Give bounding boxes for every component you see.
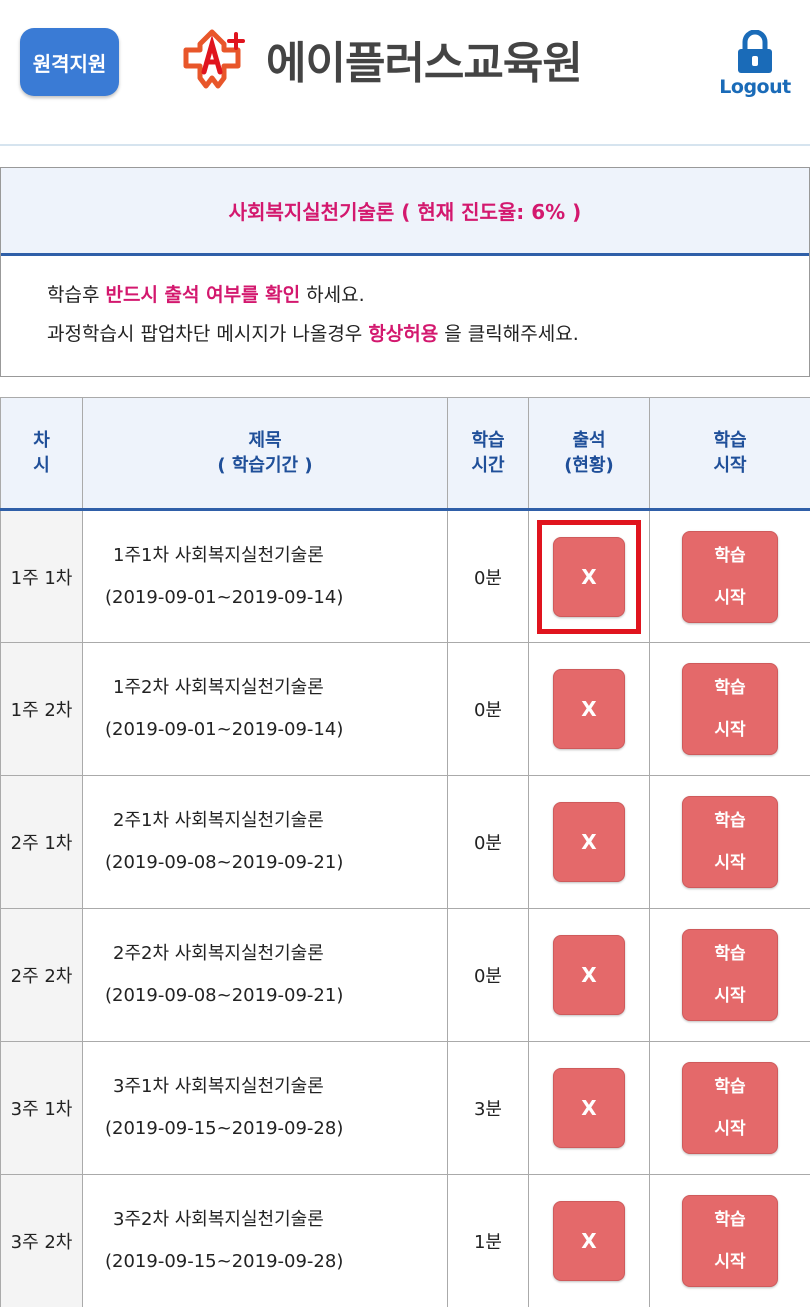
row-time: 0분 — [447, 642, 529, 776]
row-chasi: 3주 2차 — [0, 1174, 83, 1307]
notice-highlight: 반드시 출석 여부를 확인 — [105, 284, 301, 306]
table-row: 1주 1차 1주1차 사회복지실천기술론 (2019-09-01~2019-09… — [0, 509, 810, 643]
lesson-period: (2019-09-01~2019-09-14) — [105, 586, 344, 608]
row-title: 1주2차 사회복지실천기술론 (2019-09-01~2019-09-14) — [82, 642, 448, 776]
row-attendance: X — [528, 1174, 650, 1307]
table-row: 2주 2차 2주2차 사회복지실천기술론 (2019-09-08~2019-09… — [0, 908, 810, 1042]
start-study-button[interactable]: 학습 시작 — [682, 663, 778, 755]
notice-highlight: 항상허용 — [368, 323, 439, 345]
logo-text: 에이플러스교육원 — [266, 38, 583, 89]
lesson-title: 2주1차 사회복지실천기술론 — [113, 810, 324, 831]
remote-support-button[interactable]: 원격지원 — [20, 28, 119, 96]
course-title: 사회복지실천기술론 ( 현재 진도율: 6% ) — [1, 168, 809, 256]
aplus-logo-icon — [183, 29, 245, 89]
lesson-title: 1주1차 사회복지실천기술론 — [113, 544, 324, 566]
row-start: 학습 시작 — [649, 908, 810, 1042]
row-chasi: 1주 1차 — [0, 509, 83, 643]
table-header-row: 차시 제목( 학습기간 ) 학습 시간 출석 (현황) 학습 시작 — [0, 397, 810, 511]
row-time: 0분 — [447, 775, 529, 909]
row-time: 3분 — [447, 1041, 529, 1175]
start-study-button[interactable]: 학습 시작 — [682, 1195, 778, 1287]
row-title: 1주1차 사회복지실천기술론 (2019-09-01~2019-09-14) — [82, 509, 448, 643]
row-start: 학습 시작 — [649, 509, 810, 643]
row-time: 1분 — [447, 1174, 529, 1307]
notice-text: 학습후 — [47, 284, 106, 306]
lesson-title: 3주2차 사회복지실천기술론 — [113, 1209, 324, 1230]
table-row: 3주 2차 3주2차 사회복지실천기술론 (2019-09-15~2019-09… — [0, 1174, 810, 1307]
header-divider — [0, 144, 810, 146]
row-chasi: 2주 2차 — [0, 908, 83, 1042]
attendance-button[interactable]: X — [553, 935, 625, 1015]
notice-text: 하세요. — [300, 284, 365, 306]
lesson-title: 2주2차 사회복지실천기술론 — [113, 943, 324, 964]
notice-line-2: 과정학습시 팝업차단 메시지가 나올경우 항상허용 을 클릭해주세요. — [47, 315, 809, 354]
row-start: 학습 시작 — [649, 775, 810, 909]
course-info-box: 사회복지실천기술론 ( 현재 진도율: 6% ) 학습후 반드시 출석 여부를 … — [0, 167, 810, 377]
logout-button[interactable]: Logout — [719, 30, 791, 100]
lesson-period: (2019-09-15~2019-09-28) — [105, 1118, 344, 1139]
row-title: 3주1차 사회복지실천기술론 (2019-09-15~2019-09-28) — [82, 1041, 448, 1175]
attendance-button[interactable]: X — [553, 1201, 625, 1281]
logo[interactable]: 에이플러스교육원 — [180, 24, 583, 94]
row-time: 0분 — [447, 509, 529, 643]
start-study-button[interactable]: 학습 시작 — [682, 796, 778, 888]
lesson-period: (2019-09-08~2019-09-21) — [105, 852, 344, 873]
row-attendance: X — [528, 642, 650, 776]
attendance-button[interactable]: X — [553, 802, 625, 882]
header: 원격지원 에이플러스교육원 Logout — [0, 0, 810, 146]
row-title: 2주1차 사회복지실천기술론 (2019-09-08~2019-09-21) — [82, 775, 448, 909]
logout-label: Logout — [719, 76, 791, 98]
attendance-button[interactable]: X — [553, 669, 625, 749]
row-chasi: 3주 1차 — [0, 1041, 83, 1175]
header-time: 학습 시간 — [447, 397, 529, 511]
header-chasi: 차시 — [0, 397, 83, 511]
row-attendance: X — [528, 1041, 650, 1175]
row-attendance: X — [528, 908, 650, 1042]
notice-text: 과정학습시 팝업차단 메시지가 나올경우 — [47, 323, 369, 345]
lesson-title: 1주2차 사회복지실천기술론 — [113, 677, 324, 698]
row-title: 2주2차 사회복지실천기술론 (2019-09-08~2019-09-21) — [82, 908, 448, 1042]
table-row: 2주 1차 2주1차 사회복지실천기술론 (2019-09-08~2019-09… — [0, 775, 810, 909]
lesson-title: 3주1차 사회복지실천기술론 — [113, 1076, 324, 1097]
row-attendance: X — [528, 509, 650, 643]
table-row: 3주 1차 3주1차 사회복지실천기술론 (2019-09-15~2019-09… — [0, 1041, 810, 1175]
row-attendance: X — [528, 775, 650, 909]
attendance-button[interactable]: X — [553, 1068, 625, 1148]
header-title: 제목( 학습기간 ) — [82, 397, 448, 511]
row-start: 학습 시작 — [649, 642, 810, 776]
lesson-period: (2019-09-15~2019-09-28) — [105, 1251, 344, 1272]
row-chasi: 2주 1차 — [0, 775, 83, 909]
header-start: 학습 시작 — [649, 397, 810, 511]
row-title: 3주2차 사회복지실천기술론 (2019-09-15~2019-09-28) — [82, 1174, 448, 1307]
lock-icon — [738, 30, 772, 73]
lesson-table: 차시 제목( 학습기간 ) 학습 시간 출석 (현황) 학습 시작 1주 1차 1주1… — [0, 397, 810, 1307]
row-chasi: 1주 2차 — [0, 642, 83, 776]
lesson-period: (2019-09-08~2019-09-21) — [105, 985, 344, 1006]
lesson-period: (2019-09-01~2019-09-14) — [105, 719, 344, 740]
start-study-button[interactable]: 학습 시작 — [682, 929, 778, 1021]
row-start: 학습 시작 — [649, 1174, 810, 1307]
start-study-button[interactable]: 학습 시작 — [682, 1062, 778, 1154]
attendance-button[interactable]: X — [553, 536, 625, 617]
notice-line-1: 학습후 반드시 출석 여부를 확인 하세요. — [47, 276, 809, 315]
row-start: 학습 시작 — [649, 1041, 810, 1175]
selection-highlight: X — [537, 519, 641, 634]
table-row: 1주 2차 1주2차 사회복지실천기술론 (2019-09-01~2019-09… — [0, 642, 810, 776]
notice: 학습후 반드시 출석 여부를 확인 하세요. 과정학습시 팝업차단 메시지가 나… — [1, 256, 809, 354]
notice-text: 을 클릭해주세요. — [438, 323, 579, 345]
row-time: 0분 — [447, 908, 529, 1042]
start-study-button[interactable]: 학습 시작 — [682, 530, 778, 623]
header-attendance: 출석 (현황) — [528, 397, 650, 511]
